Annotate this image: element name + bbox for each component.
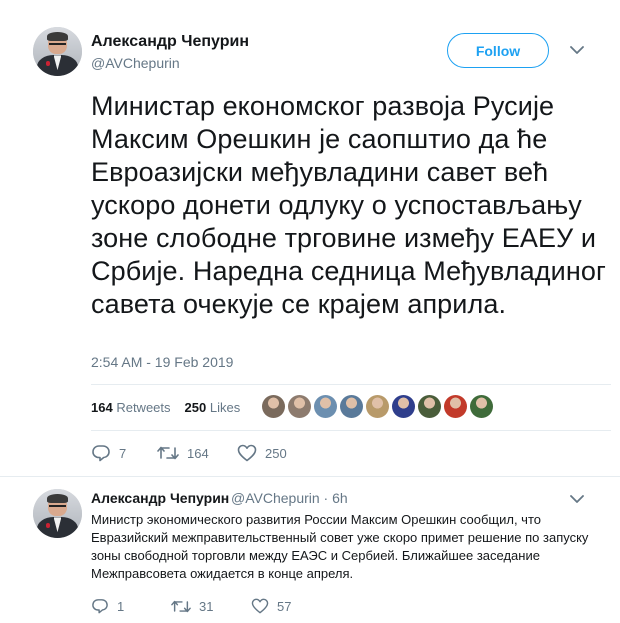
reply-action[interactable]: 7 (91, 444, 157, 462)
heart-icon (237, 444, 257, 462)
reply-count: 1 (117, 598, 125, 614)
divider (0, 476, 620, 477)
liker-avatar[interactable] (314, 395, 337, 418)
divider (91, 430, 611, 431)
retweet-action[interactable]: 31 (171, 599, 251, 614)
reply-handle-text[interactable]: @AVChepurin (231, 490, 320, 506)
reply-count: 7 (119, 445, 127, 461)
retweet-count: 31 (199, 598, 214, 614)
liker-avatar[interactable] (392, 395, 415, 418)
like-action[interactable]: 250 (237, 444, 287, 462)
chevron-down-icon[interactable] (570, 45, 584, 55)
retweet-icon (171, 600, 191, 612)
liker-avatar[interactable] (470, 395, 493, 418)
likes-stat[interactable]: 250 Likes (185, 400, 241, 415)
liker-avatar[interactable] (444, 395, 467, 418)
divider (91, 384, 611, 385)
reply-icon (92, 445, 110, 462)
liker-avatar[interactable] (418, 395, 441, 418)
tweet-timestamp[interactable]: 2:54 AM - 19 Feb 2019 (91, 354, 233, 370)
like-count: 250 (265, 445, 287, 461)
reply-author-avatar[interactable] (33, 489, 82, 538)
chevron-down-icon[interactable] (570, 494, 584, 504)
liker-avatar[interactable] (288, 395, 311, 418)
author-name[interactable]: Александр Чепурин (91, 33, 249, 51)
reply-author-handle: @AVChepurin · 6h (231, 490, 348, 506)
retweet-action[interactable]: 164 (157, 445, 237, 461)
like-action[interactable]: 57 (251, 598, 291, 614)
reply-action[interactable]: 1 (91, 598, 171, 614)
tweet-stats: 164 Retweets 250 Likes (91, 400, 240, 415)
reply-author-name[interactable]: Александр Чепурин (91, 490, 229, 506)
liker-avatar[interactable] (366, 395, 389, 418)
author-handle[interactable]: @AVChepurin (91, 55, 180, 71)
likers-avatars[interactable] (262, 395, 493, 418)
tweet-actions: 7 164 250 (91, 444, 287, 462)
follow-button[interactable]: Follow (447, 33, 549, 68)
liker-avatar[interactable] (340, 395, 363, 418)
retweets-stat[interactable]: 164 Retweets (91, 400, 171, 415)
liker-avatar[interactable] (262, 395, 285, 418)
reply-icon (92, 599, 108, 614)
reply-tweet-actions: 1 31 57 (91, 598, 291, 614)
author-avatar[interactable] (33, 27, 82, 76)
reply-tweet-text: Министр экономического развития России М… (91, 512, 589, 581)
tweet-text: Министар економског развоја Русије Макси… (91, 91, 606, 319)
heart-icon (251, 598, 269, 614)
like-count: 57 (277, 598, 292, 614)
reply-time[interactable]: 6h (332, 490, 348, 506)
retweet-count: 164 (187, 445, 209, 461)
retweet-icon (157, 446, 179, 460)
